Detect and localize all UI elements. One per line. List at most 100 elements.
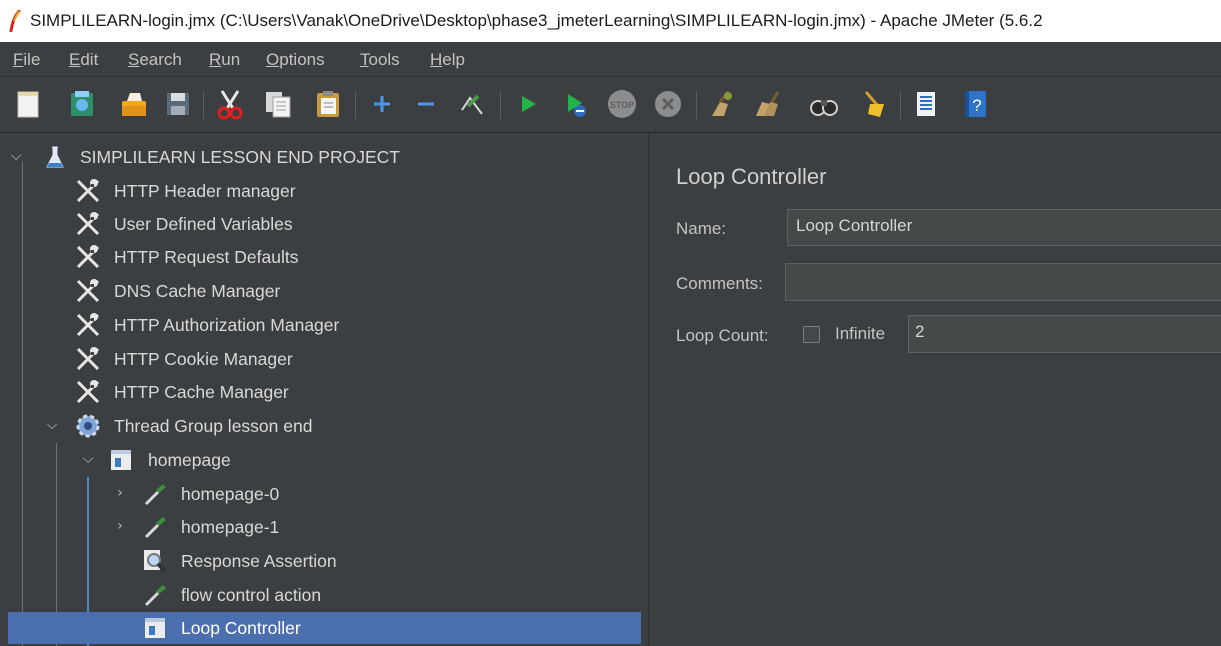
menu-file-mnemonic: F: [13, 50, 24, 69]
collapse-icon[interactable]: [410, 88, 442, 120]
start-icon[interactable]: [512, 88, 544, 120]
search-icon[interactable]: [808, 88, 840, 120]
tree-node-flow-control-action[interactable]: flow control action: [0, 579, 641, 611]
clear-all-icon[interactable]: [752, 88, 784, 120]
tree-label: flow control action: [181, 585, 322, 605]
loop-count-label: Loop Count:: [676, 326, 769, 345]
toolbar-separator: [900, 91, 901, 119]
open-icon[interactable]: [118, 88, 150, 120]
shutdown-icon[interactable]: [652, 88, 684, 120]
tree-node-config[interactable]: HTTP Cookie Manager: [0, 343, 641, 375]
clear-icon[interactable]: [706, 88, 738, 120]
menu-edit-mnemonic: E: [69, 50, 81, 69]
menu-options[interactable]: Options: [266, 50, 325, 70]
menu-search[interactable]: Search: [128, 50, 182, 70]
tree-node-simple-controller[interactable]: ⌵ homepage: [0, 444, 641, 476]
tree-node-sampler[interactable]: › homepage-1: [0, 511, 641, 543]
menu-search-label: earch: [139, 50, 182, 69]
tree-label: homepage-0: [181, 484, 280, 504]
templates-icon[interactable]: [66, 88, 98, 120]
function-helper-icon[interactable]: [910, 88, 942, 120]
loop-controller-panel: Loop Controller Name: Loop Controller Co…: [659, 133, 1221, 646]
tree-node-sampler[interactable]: › homepage-0: [0, 478, 641, 510]
tree-node-config[interactable]: User Defined Variables: [0, 208, 641, 240]
tree-label: Response Assertion: [181, 551, 337, 571]
tree-node-loop-controller[interactable]: Loop Controller: [8, 612, 641, 644]
menu-run[interactable]: Run: [209, 50, 240, 70]
pipette-icon: [142, 514, 168, 540]
flask-icon: [42, 144, 68, 170]
tree-label: User Defined Variables: [114, 214, 293, 234]
tree-node-config[interactable]: HTTP Request Defaults: [0, 241, 641, 273]
tree-node-test-plan[interactable]: ⌵ SIMPLILEARN LESSON END PROJECT: [0, 141, 641, 173]
tree-node-config[interactable]: DNS Cache Manager: [0, 275, 641, 307]
menu-tools-label: ools: [368, 50, 400, 69]
magnifier-icon: [142, 548, 168, 574]
jmeter-feather-icon: [9, 10, 21, 32]
save-icon[interactable]: [162, 88, 194, 120]
toolbar-separator: [203, 91, 204, 119]
toggle-icon[interactable]: [456, 88, 488, 120]
comments-field[interactable]: [785, 263, 1221, 301]
menu-file[interactable]: File: [13, 50, 40, 70]
menu-help-label: elp: [442, 50, 465, 69]
start-no-pauses-icon[interactable]: [560, 88, 592, 120]
menu-run-label: un: [221, 50, 241, 69]
menu-tools[interactable]: Tools: [360, 50, 400, 70]
chevron-down-icon[interactable]: ⌵: [80, 451, 96, 467]
menu-tools-mnemonic: T: [360, 50, 369, 69]
window-title: SIMPLILEARN-login.jmx (C:\Users\Vanak\On…: [30, 11, 1043, 30]
menu-run-mnemonic: R: [209, 50, 222, 69]
tree-node-config[interactable]: HTTP Authorization Manager: [0, 309, 641, 341]
paste-icon[interactable]: [312, 88, 344, 120]
tree-label: SIMPLILEARN LESSON END PROJECT: [80, 147, 400, 167]
cut-icon[interactable]: [214, 88, 246, 120]
comments-label: Comments:: [676, 274, 763, 293]
tree-label: HTTP Request Defaults: [114, 247, 299, 267]
menu-help[interactable]: Help: [430, 50, 465, 70]
tree-node-config[interactable]: HTTP Header manager: [0, 175, 641, 207]
tree-node-config[interactable]: HTTP Cache Manager: [0, 376, 641, 408]
tree-label: Thread Group lesson end: [114, 416, 313, 436]
gear-icon: [75, 413, 101, 439]
svg-text:STOP: STOP: [610, 100, 634, 110]
menu-options-mnemonic: O: [266, 50, 280, 69]
tree-node-assertion[interactable]: Response Assertion: [0, 545, 641, 577]
chevron-down-icon[interactable]: ⌵: [8, 148, 24, 164]
loop-count-field[interactable]: 2: [908, 315, 1221, 353]
chevron-right-icon[interactable]: ›: [112, 518, 128, 534]
wrench-screwdriver-icon: [75, 312, 101, 338]
toolbar-separator: [355, 91, 356, 119]
tree-label: DNS Cache Manager: [114, 281, 281, 301]
expand-icon[interactable]: [366, 88, 398, 120]
tree-label: HTTP Cache Manager: [114, 382, 289, 402]
pipette-icon: [142, 481, 168, 507]
pipette-icon: [142, 582, 168, 608]
menu-bar: File Edit Search Run Options Tools Help: [0, 42, 1221, 77]
copy-icon[interactable]: [262, 88, 294, 120]
tree-label: HTTP Header manager: [114, 181, 296, 201]
wrench-screwdriver-icon: [75, 278, 101, 304]
chevron-right-icon[interactable]: ›: [112, 485, 128, 501]
new-icon[interactable]: [12, 88, 44, 120]
tree-node-thread-group[interactable]: ⌵ Thread Group lesson end: [0, 410, 641, 442]
menu-file-label: ile: [23, 50, 41, 69]
window-title-bar: SIMPLILEARN-login.jmx (C:\Users\Vanak\On…: [0, 0, 1221, 42]
wrench-screwdriver-icon: [75, 379, 101, 405]
name-field[interactable]: Loop Controller: [787, 209, 1221, 246]
reset-search-icon[interactable]: [856, 88, 888, 120]
toolbar-separator: [500, 91, 501, 119]
tree-label: Loop Controller: [181, 618, 301, 638]
tree-label: homepage-1: [181, 517, 280, 537]
wrench-screwdriver-icon: [75, 211, 101, 237]
chevron-down-icon[interactable]: ⌵: [44, 417, 60, 433]
menu-search-mnemonic: S: [128, 50, 140, 69]
tree-label: HTTP Cookie Manager: [114, 349, 293, 369]
stop-icon[interactable]: STOP: [606, 88, 638, 120]
toolbar-separator: [696, 91, 697, 119]
menu-edit[interactable]: Edit: [69, 50, 98, 70]
help-icon[interactable]: ?: [960, 88, 992, 120]
infinite-checkbox[interactable]: [803, 326, 820, 343]
toolbar: STOP ?: [0, 77, 1221, 133]
infinite-label: Infinite: [835, 324, 886, 343]
